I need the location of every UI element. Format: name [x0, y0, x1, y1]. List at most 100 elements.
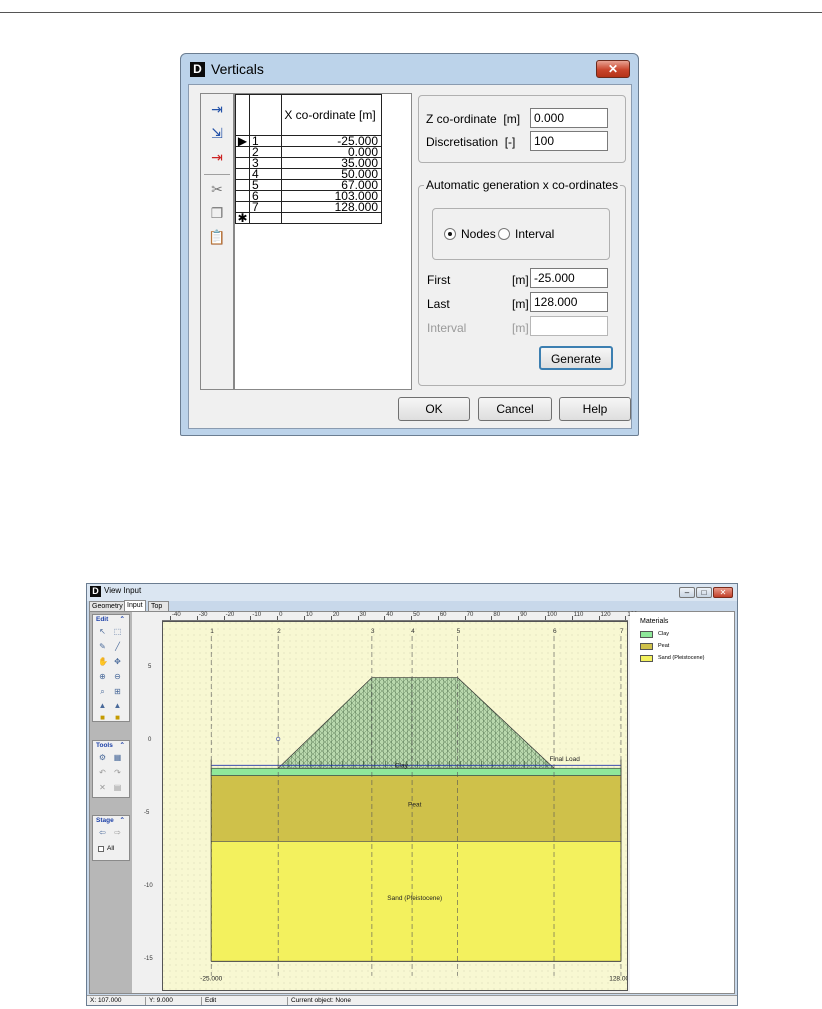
ruler-tick-label: 100: [546, 612, 557, 618]
help-button[interactable]: Help: [559, 397, 631, 421]
table-row[interactable]: 7 128.000: [235, 201, 382, 213]
add-line-icon[interactable]: ╱: [113, 642, 122, 651]
properties-icon[interactable]: ⚙: [98, 753, 107, 762]
ruler-tick: [625, 616, 627, 620]
tab-input[interactable]: Input: [124, 600, 146, 611]
paste-icon[interactable]: 📋: [208, 228, 226, 246]
view-input-window: D View Input – □ ✕ Geometry Input Top Vi…: [86, 583, 738, 1006]
delete-icon[interactable]: ✕: [98, 783, 107, 792]
ruler-tick-label: -40: [172, 612, 181, 618]
vertical-label: 3: [371, 628, 375, 635]
edit-panel-header[interactable]: Edit ⌃: [93, 615, 129, 624]
ok-button[interactable]: OK: [398, 397, 470, 421]
material-icon[interactable]: ■: [113, 713, 122, 722]
column-header-x[interactable]: X co-ordinate [m]: [281, 94, 382, 136]
vertical-label: 4: [411, 628, 415, 635]
discretisation-input[interactable]: 100: [530, 131, 608, 151]
all-stages-checkbox[interactable]: [98, 846, 104, 852]
minimize-button[interactable]: –: [679, 587, 695, 598]
last-input[interactable]: 128.000: [530, 292, 608, 312]
select-area-icon[interactable]: ⬚: [113, 627, 122, 636]
zoom-out-icon[interactable]: ⊖: [113, 672, 122, 681]
tab-top-view[interactable]: Top View: [148, 601, 170, 619]
z-coordinate-label: Z co-ordinate [m]: [426, 112, 521, 126]
edit-panel: Edit ⌃ ↖ ⬚ ✎ ╱ ✋ ✥ ⊕ ⊖ ⌕ ⊞ ▲ ▲ ■ ■: [92, 614, 130, 722]
close-button[interactable]: ✕: [596, 60, 630, 78]
vertical-ruler: 5 0 -5 -10 -15: [134, 621, 161, 983]
window-title-bar[interactable]: D View Input – □ ✕: [87, 584, 737, 601]
clay-layer: [210, 767, 622, 776]
ruler-tick: [571, 616, 573, 620]
layer-icon[interactable]: ▲: [98, 701, 107, 710]
add-row-icon[interactable]: ⇲: [208, 124, 226, 142]
move-icon[interactable]: ✥: [113, 657, 122, 666]
table-icon[interactable]: ▤: [113, 783, 122, 792]
pan-icon[interactable]: ✋: [98, 657, 108, 666]
cancel-button[interactable]: Cancel: [478, 397, 552, 421]
generate-button[interactable]: Generate: [539, 346, 613, 370]
ruler-tick-label: 50: [413, 612, 420, 618]
zoom-extents-icon[interactable]: ⊞: [113, 687, 122, 696]
tools-panel-header[interactable]: Tools ⌃: [93, 741, 129, 750]
load-icon[interactable]: ■: [98, 713, 107, 722]
ruler-tick: [303, 616, 305, 620]
ruler-tick: [330, 616, 332, 620]
status-mode: Edit: [205, 997, 217, 1004]
select-icon[interactable]: ↖: [98, 627, 107, 636]
nodes-label: Nodes: [461, 227, 496, 241]
maximize-button[interactable]: □: [696, 587, 712, 598]
copy-icon[interactable]: ❐: [208, 204, 226, 222]
cut-icon[interactable]: ✂: [208, 180, 226, 198]
dialog-title: Verticals: [211, 61, 264, 77]
ruler-tick: [544, 616, 546, 620]
boundary-icon[interactable]: ▲: [113, 701, 122, 710]
geometry-canvas[interactable]: 1 2 3 4 5 6 7 Clay Peat Sand (Pleistocene) Final L…: [162, 621, 628, 991]
current-row-indicator: ▶: [235, 135, 250, 147]
ruler-tick-label: 120: [600, 612, 611, 618]
dialog-title-bar[interactable]: D Verticals ✕: [181, 54, 638, 84]
row-number: 7: [249, 201, 282, 213]
zoom-area-icon[interactable]: ⌕: [98, 687, 107, 696]
interval-radio-label: Interval: [515, 227, 555, 241]
previous-stage-icon[interactable]: ⇦: [98, 828, 107, 837]
tab-geometry[interactable]: Geometry: [89, 601, 126, 611]
table-header-row: X co-ordinate [m]: [235, 94, 382, 136]
interval-input[interactable]: [530, 316, 608, 336]
delete-row-icon[interactable]: ⇥: [208, 148, 226, 166]
x-coordinate-cell[interactable]: 128.000: [281, 201, 382, 213]
first-input[interactable]: -25.000: [530, 268, 608, 288]
ruler-tick-label: 80: [493, 612, 501, 618]
nodes-radio[interactable]: [444, 228, 456, 240]
ruler-tick: [357, 616, 359, 620]
ruler-tick: [598, 616, 600, 620]
z-coordinate-input[interactable]: 0.000: [530, 108, 608, 128]
new-row[interactable]: ✱: [235, 212, 382, 224]
tools-panel: Tools ⌃ ⚙ ▦ ↶ ↷ ✕ ▤: [92, 740, 130, 798]
ruler-tick-label: -15: [144, 956, 153, 963]
ruler-tick-label: -10: [144, 883, 153, 890]
zoom-in-icon[interactable]: ⊕: [98, 672, 107, 681]
coordinate-group: [418, 95, 626, 163]
next-stage-icon[interactable]: ⇨: [113, 828, 122, 837]
interval-radio[interactable]: [498, 228, 510, 240]
final-load-label: Final Load: [550, 756, 581, 763]
vertical-label: 7: [620, 628, 624, 635]
ruler-tick-label: 70: [466, 612, 474, 618]
ruler-tick-label: 110: [573, 612, 584, 618]
add-point-icon[interactable]: ✎: [98, 642, 107, 651]
stage-panel-header[interactable]: Stage ⌃: [93, 816, 129, 825]
view-icon[interactable]: ▦: [113, 753, 122, 762]
page-top-rule: [0, 12, 822, 13]
insert-row-icon[interactable]: ⇥: [208, 100, 226, 118]
legend-label: Sand (Pleistocene): [658, 655, 705, 661]
redo-icon[interactable]: ↷: [113, 768, 122, 777]
discretisation-label: Discretisation [-]: [426, 135, 516, 149]
close-button[interactable]: ✕: [713, 587, 733, 598]
undo-icon[interactable]: ↶: [98, 768, 107, 777]
interval-label: Interval: [427, 321, 467, 335]
verticals-table[interactable]: X co-ordinate [m] ▶ 1 -25.000 2 0.000 3 35.0…: [234, 93, 412, 390]
horizontal-ruler: -40 -30 -20 -10 0 10 20 30 40 50 60 70 80 90 100 110 120…: [162, 612, 646, 621]
geometry-drawing[interactable]: 1 2 3 4 5 6 7 Clay Peat Sand (Pleistocene) Final L…: [163, 622, 628, 991]
sand-label: Sand (Pleistocene): [387, 895, 442, 902]
status-x: X: 107.000: [90, 997, 122, 1004]
